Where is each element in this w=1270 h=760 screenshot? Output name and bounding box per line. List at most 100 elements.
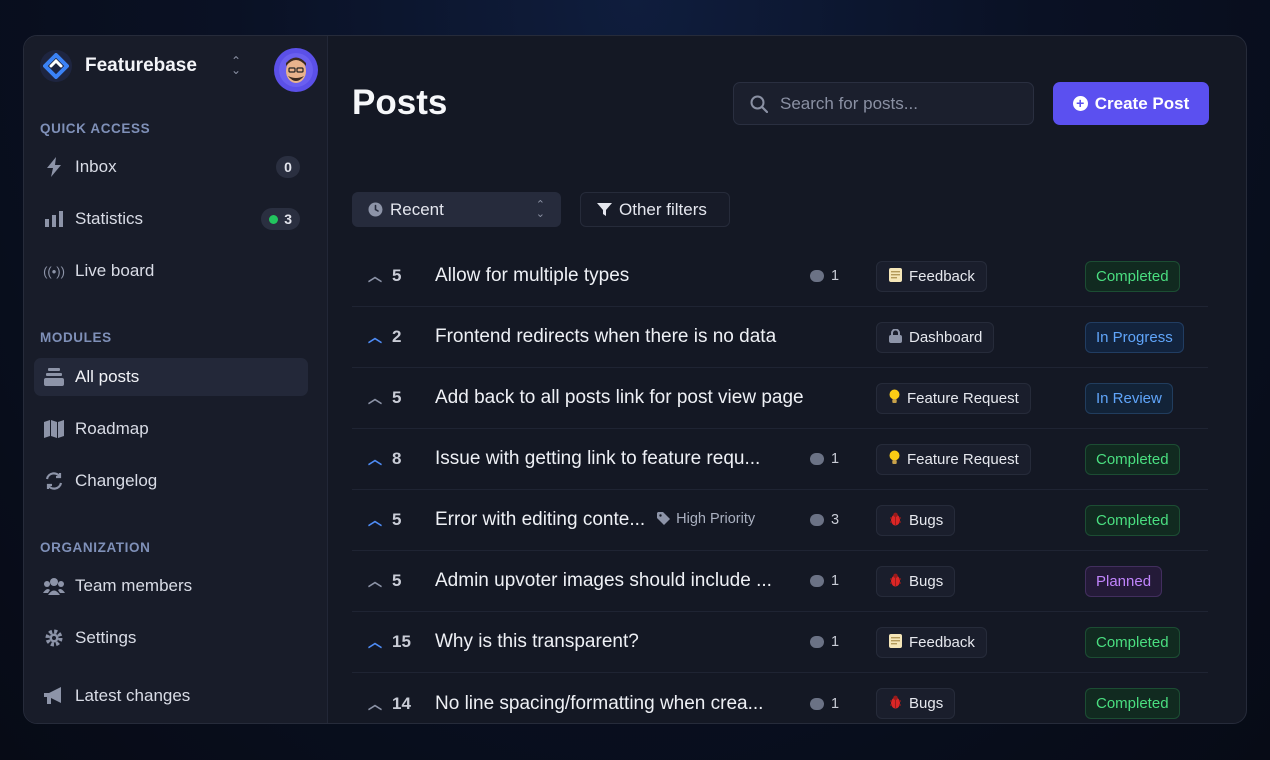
board-label: Feature Request [907, 389, 1019, 407]
board-label: Bugs [909, 695, 944, 712]
search-input[interactable] [780, 93, 1020, 114]
status-badge[interactable]: Completed [1085, 504, 1180, 536]
upvote-button[interactable]: ︿ 15 [368, 632, 411, 652]
sidebar-item-label: Team members [75, 576, 193, 595]
note-icon [889, 633, 902, 651]
post-title[interactable]: Frontend redirects when there is no data [435, 326, 776, 348]
status-badge[interactable]: Completed [1085, 688, 1180, 719]
sidebar-item-label: Live board [75, 261, 155, 280]
post-row[interactable]: ︿ 14 No line spacing/formatting when crea.… [352, 673, 1208, 723]
board-label: Feedback [909, 633, 975, 651]
post-title[interactable]: Add back to all posts link for post view… [435, 387, 804, 409]
post-title[interactable]: Issue with getting link to feature requ.… [435, 448, 760, 470]
status-badge[interactable]: Completed [1085, 626, 1180, 658]
bug-icon [889, 512, 902, 529]
post-row[interactable]: ︿ 5 Error with editing conte... High Priori… [352, 490, 1208, 551]
post-title-text: Admin upvoter images should include ... [435, 570, 772, 591]
chevron-up-icon: ︿ [368, 512, 382, 528]
section-label-modules: MODULES [40, 330, 112, 345]
board-badge[interactable]: Feedback [876, 260, 987, 292]
board-badge[interactable]: Bugs [876, 688, 956, 719]
sidebar-item-label: Changelog [75, 471, 158, 490]
post-row[interactable]: ︿ 15 Why is this transparent? 1 Feedback Comp… [352, 612, 1208, 673]
upvote-button[interactable]: ︿ 5 [368, 510, 401, 530]
board-badge[interactable]: Bugs [876, 565, 956, 597]
vote-count: 5 [392, 571, 402, 590]
upvote-button[interactable]: ︿ 5 [368, 266, 401, 286]
statistics-live-badge: 3 [261, 208, 300, 230]
sidebar-item-settings[interactable]: Settings [34, 619, 308, 657]
avatar[interactable] [274, 48, 318, 92]
status-badge[interactable]: In Progress [1085, 321, 1184, 353]
post-row[interactable]: ︿ 2 Frontend redirects when there is no da… [352, 307, 1208, 368]
search-box[interactable] [733, 82, 1034, 125]
megaphone-icon [42, 684, 66, 708]
vote-count: 5 [392, 388, 402, 407]
post-title[interactable]: Error with editing conte... High Priority [435, 509, 755, 531]
status-label: Completed [1096, 450, 1169, 468]
sidebar-item-label: Settings [75, 628, 137, 647]
post-row[interactable]: ︿ 5 Add back to all posts link for post vi… [352, 368, 1208, 429]
chevron-up-down-icon: ⌃ ⌄ [535, 198, 545, 220]
other-filters-button[interactable]: Other filters [580, 192, 730, 227]
upvote-button[interactable]: ︿ 2 [368, 327, 401, 347]
sort-select[interactable]: Recent ⌃ ⌄ [352, 192, 561, 227]
sidebar-item-statistics[interactable]: Statistics 3 [34, 200, 308, 238]
app-window: Featurebase ⌃ ⌄ QUICK ACCESS Inbox 0 Sta… [23, 35, 1247, 724]
post-title[interactable]: No line spacing/formatting when crea... [435, 693, 763, 715]
section-label-organization: ORGANIZATION [40, 540, 151, 555]
sidebar-item-team-members[interactable]: Team members [34, 567, 308, 605]
sidebar-item-live-board[interactable]: ((•)) Live board [34, 252, 308, 290]
sidebar-item-label: Inbox [75, 157, 117, 176]
main-content: Posts + Create Post Recent ⌃⌄ Other filt… [328, 36, 1246, 723]
gear-icon [42, 626, 66, 650]
create-post-label: Create Post [1094, 93, 1190, 113]
post-title[interactable]: Why is this transparent? [435, 631, 639, 653]
board-badge[interactable]: Dashboard [876, 321, 995, 353]
page-title: Posts [352, 83, 448, 122]
post-row[interactable]: ︿ 5 Admin upvoter images should include ..… [352, 551, 1208, 612]
status-badge[interactable]: Planned [1085, 565, 1163, 597]
bug-icon [889, 695, 902, 712]
sidebar-item-latest-changes[interactable]: Latest changes [34, 677, 308, 715]
workspace-name: Featurebase [85, 55, 197, 76]
chevron-up-icon: ︿ [368, 634, 382, 650]
board-label: Bugs [909, 511, 944, 529]
post-title[interactable]: Allow for multiple types [435, 265, 629, 287]
board-badge[interactable]: Feature Request [876, 382, 1031, 414]
sidebar-item-changelog[interactable]: Changelog [34, 462, 308, 500]
status-badge[interactable]: In Review [1085, 382, 1173, 414]
stack-icon [42, 365, 66, 389]
vote-count: 14 [392, 693, 411, 713]
board-badge[interactable]: Bugs [876, 504, 956, 536]
upvote-button[interactable]: ︿ 8 [368, 449, 401, 469]
vote-count: 5 [392, 510, 402, 529]
status-label: In Progress [1096, 328, 1173, 346]
upvote-button[interactable]: ︿ 5 [368, 388, 401, 408]
sidebar-item-roadmap[interactable]: Roadmap [34, 410, 308, 448]
inbox-count-badge: 0 [276, 156, 300, 178]
sidebar-item-all-posts[interactable]: All posts [34, 358, 308, 396]
board-badge[interactable]: Feature Request [876, 443, 1031, 475]
workspace-switcher[interactable]: Featurebase ⌃ ⌄ [40, 48, 318, 92]
lightning-icon [42, 155, 66, 179]
status-label: Planned [1096, 572, 1152, 590]
board-badge[interactable]: Feedback [876, 626, 987, 658]
status-badge[interactable]: Completed [1085, 260, 1180, 292]
post-title[interactable]: Admin upvoter images should include ... [435, 570, 772, 592]
users-icon [42, 574, 66, 598]
chevron-up-icon: ︿ [368, 329, 382, 345]
create-post-button[interactable]: + Create Post [1053, 82, 1209, 125]
status-badge[interactable]: Completed [1085, 443, 1180, 475]
post-row[interactable]: ︿ 8 Issue with getting link to feature req… [352, 429, 1208, 490]
comment-count: 1 [810, 573, 839, 589]
post-row[interactable]: ︿ 5 Allow for multiple types 1 Feedback Compl… [352, 246, 1208, 307]
vote-count: 5 [392, 266, 402, 285]
sidebar-item-inbox[interactable]: Inbox 0 [34, 148, 308, 186]
vote-count: 15 [392, 632, 411, 651]
upvote-button[interactable]: ︿ 14 [368, 694, 411, 714]
comment-bubble-icon [810, 697, 824, 710]
upvote-button[interactable]: ︿ 5 [368, 571, 401, 591]
board-label: Dashboard [909, 328, 983, 346]
vote-count: 8 [392, 449, 402, 468]
